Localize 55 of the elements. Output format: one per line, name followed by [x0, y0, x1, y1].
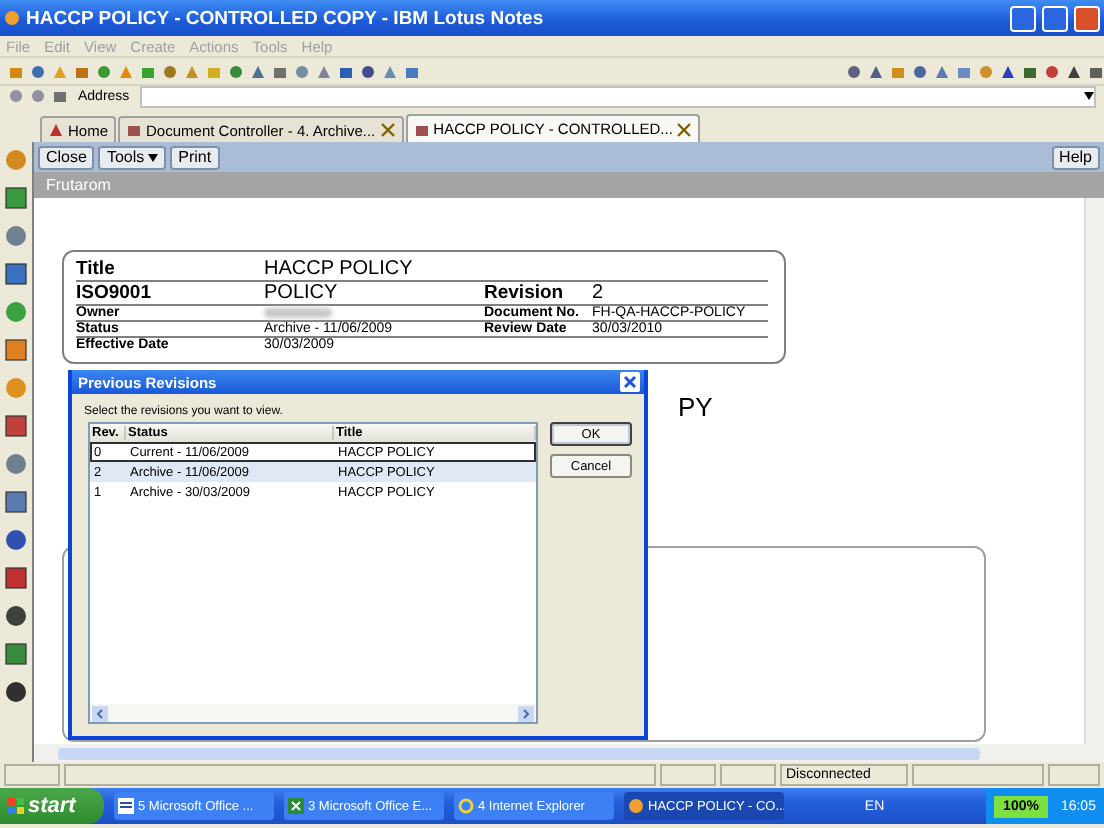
close-icon[interactable]	[379, 122, 396, 138]
app-icon	[4, 10, 20, 26]
window-icon[interactable]	[4, 642, 28, 666]
window-title: HACCP POLICY - CONTROLLED COPY - IBM Lotus Notes	[26, 7, 546, 29]
spreadsheet-icon	[288, 798, 304, 814]
action-button[interactable]: Tools	[98, 145, 167, 169]
status-field[interactable]	[720, 764, 776, 786]
address-field[interactable]	[139, 85, 1096, 107]
field-label: Revision	[484, 282, 566, 304]
company-name: Frutarom	[46, 176, 111, 194]
circle-icon[interactable]	[4, 604, 28, 628]
status-field[interactable]	[4, 764, 60, 786]
horizontal-scrollbar[interactable]	[34, 744, 1104, 762]
status-field[interactable]	[1048, 764, 1100, 786]
field-label: ISO9001	[76, 282, 153, 304]
help-button[interactable]: Help	[1051, 145, 1100, 169]
circle-icon[interactable]	[4, 528, 28, 552]
triangle-icon[interactable]	[1066, 63, 1082, 79]
window-icon[interactable]	[4, 262, 28, 286]
caret-icon	[148, 153, 159, 161]
left-arrow-icon[interactable]	[92, 705, 108, 721]
circle-icon[interactable]	[360, 63, 376, 79]
vertical-scrollbar[interactable]	[1084, 198, 1104, 744]
minimize-button[interactable]	[1010, 5, 1036, 31]
caret-icon[interactable]	[1084, 92, 1094, 100]
close-icon[interactable]	[620, 372, 640, 392]
window-icon[interactable]	[4, 186, 28, 210]
triangle-icon[interactable]	[250, 63, 266, 79]
close-button[interactable]	[1074, 5, 1100, 31]
circle-icon[interactable]	[846, 63, 862, 79]
field-label: Title	[76, 258, 117, 280]
triangle-icon[interactable]	[868, 63, 884, 79]
field-value: POLICY	[264, 282, 340, 304]
triangle-icon[interactable]	[1000, 63, 1016, 79]
horizontal-scrollbar[interactable]	[90, 704, 536, 722]
window-icon[interactable]	[4, 338, 28, 362]
field-value: 2	[592, 282, 606, 304]
start-button[interactable]: start	[0, 788, 104, 824]
action-button[interactable]: Print	[170, 145, 220, 169]
heading-text: PY	[678, 392, 713, 422]
window-icon[interactable]	[4, 566, 28, 590]
status-field[interactable]	[912, 764, 1044, 786]
triangle-icon[interactable]	[48, 122, 64, 138]
flag-icon	[8, 798, 24, 814]
window-icon[interactable]	[4, 490, 28, 514]
right-arrow-icon[interactable]	[518, 705, 534, 721]
circle-icon	[628, 798, 644, 814]
circle-icon[interactable]	[4, 680, 28, 704]
status-field[interactable]	[64, 764, 656, 786]
status-field[interactable]	[660, 764, 716, 786]
field-value: HACCP POLICY	[264, 258, 415, 280]
action-button[interactable]: Close	[38, 145, 95, 169]
close-icon[interactable]	[676, 121, 693, 137]
restore-button[interactable]	[1042, 5, 1068, 31]
window-icon[interactable]	[4, 414, 28, 438]
